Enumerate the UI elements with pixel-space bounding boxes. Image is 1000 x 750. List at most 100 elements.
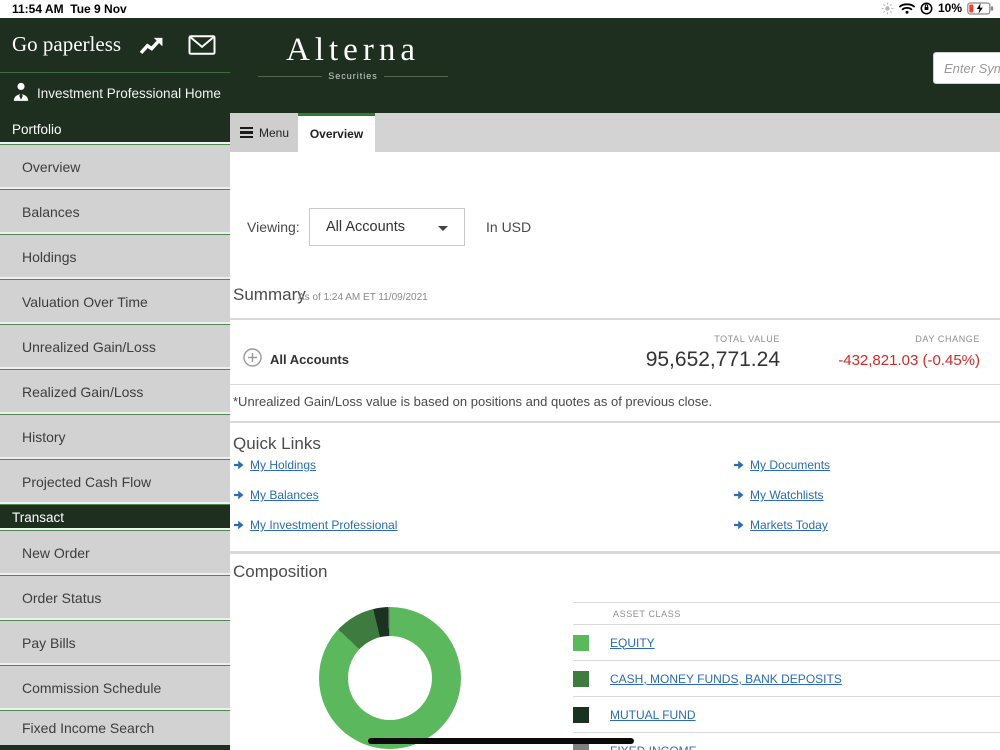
viewing-label: Viewing: — [247, 219, 300, 235]
app-header: Alterna Securities — [230, 18, 1000, 113]
expand-plus-icon[interactable] — [243, 348, 262, 372]
quick-link-my-investment-professional[interactable]: My Investment Professional — [233, 518, 397, 532]
donut-hole — [348, 636, 432, 720]
battery-charging-icon — [967, 1, 994, 15]
total-value-label: TOTAL VALUE — [714, 334, 780, 344]
summary-footnote: *Unrealized Gain/Loss value is based on … — [233, 394, 713, 409]
status-bar: 11:54 AM Tue 9 Nov 10% — [0, 0, 1000, 18]
currency-note: In USD — [486, 219, 532, 235]
account-select-dropdown[interactable]: All Accounts — [309, 208, 465, 246]
quick-link-label: My Balances — [250, 488, 319, 502]
status-time-date: 11:54 AM Tue 9 Nov — [12, 2, 127, 16]
investment-professional-home-link[interactable]: Investment Professional Home — [0, 73, 230, 114]
legend-link-equity[interactable]: EQUITY — [610, 636, 655, 650]
legend-row-fixed-income: FIXED INCOME — [573, 733, 1000, 750]
brand-rule-left — [258, 75, 323, 77]
divider — [230, 384, 1000, 385]
quick-link-my-documents[interactable]: My Documents — [733, 458, 830, 472]
total-value: 95,652,771.24 — [645, 348, 780, 371]
go-paperless-label[interactable]: Go paperless — [12, 32, 121, 57]
cash-swatch — [573, 670, 589, 687]
divider — [230, 421, 1000, 423]
summary-row-label: All Accounts — [270, 352, 349, 367]
quick-link-label: My Investment Professional — [250, 518, 398, 532]
quick-link-markets-today[interactable]: Markets Today — [733, 518, 828, 532]
home-indicator[interactable] — [368, 738, 634, 744]
trend-up-icon[interactable] — [138, 35, 164, 60]
sidebar-item-pay-bills[interactable]: Pay Bills — [0, 621, 230, 666]
composition-legend: ASSET CLASS EQUITY CASH, MONEY FUNDS, BA… — [573, 602, 1000, 750]
quick-link-my-balances[interactable]: My Balances — [233, 488, 319, 502]
account-select-value: All Accounts — [326, 219, 405, 235]
tab-bar: Menu Overview — [230, 113, 1000, 152]
brand-rule-right — [383, 75, 449, 77]
sidebar-item-order-status[interactable]: Order Status — [0, 576, 230, 621]
symbol-search-input[interactable] — [933, 52, 1000, 84]
arrow-right-icon — [734, 460, 744, 470]
quick-link-label: Markets Today — [750, 518, 828, 532]
quick-link-label: My Documents — [750, 458, 831, 472]
quick-link-label: My Holdings — [250, 458, 317, 472]
sidebar-item-history[interactable]: History — [0, 415, 230, 460]
chevron-down-icon — [438, 226, 448, 231]
day-change-label: DAY CHANGE — [915, 334, 980, 344]
arrow-right-icon — [234, 520, 244, 530]
sidebar-next-section-peek — [0, 745, 230, 750]
sidebar-header: Go paperless Investment Professional Hom… — [0, 18, 230, 114]
status-time: 11:54 AM — [12, 2, 64, 16]
composition-title: Composition — [233, 562, 328, 581]
brand-subtitle: Securities — [328, 71, 378, 81]
menu-button-label: Menu — [259, 125, 290, 140]
summary-title: Summary — [233, 285, 306, 304]
composition-donut — [319, 607, 461, 749]
quick-link-my-watchlists[interactable]: My Watchlists — [733, 488, 824, 502]
hamburger-icon — [240, 125, 253, 140]
sidebar-section-transact[interactable]: Transact — [0, 505, 230, 531]
wifi-icon — [899, 3, 915, 14]
arrow-right-icon — [734, 520, 744, 530]
tab-overview-label: Overview — [309, 127, 364, 141]
legend-row-equity: EQUITY — [573, 625, 1000, 661]
day-change-value: -432,821.03 (-0.45%) — [838, 352, 980, 369]
legend-link-mutual-fund[interactable]: MUTUAL FUND — [610, 708, 696, 722]
status-date: Tue 9 Nov — [70, 2, 127, 16]
rotation-lock-icon — [920, 2, 933, 14]
sidebar-item-new-order[interactable]: New Order — [0, 531, 230, 576]
person-icon — [12, 82, 30, 105]
sidebar-item-overview[interactable]: Overview — [0, 145, 230, 190]
brand-logo: Alterna Securities — [258, 32, 449, 81]
sidebar-item-balances[interactable]: Balances — [0, 190, 230, 235]
legend-link-cash[interactable]: CASH, MONEY FUNDS, BANK DEPOSITS — [610, 672, 842, 686]
quick-link-my-holdings[interactable]: My Holdings — [233, 458, 316, 472]
legend-row-mutual-fund: MUTUAL FUND — [573, 697, 1000, 733]
arrow-right-icon — [234, 460, 244, 470]
sidebar-item-unrealized-gain-loss[interactable]: Unrealized Gain/Loss — [0, 325, 230, 370]
sidebar-item-commission-schedule[interactable]: Commission Schedule — [0, 666, 230, 711]
app-screen: 11:54 AM Tue 9 Nov 10% Alterna Securitie… — [0, 0, 1000, 750]
tab-overview[interactable]: Overview — [298, 113, 375, 152]
summary-as-of: As of 1:24 AM ET 11/09/2021 — [298, 292, 428, 303]
sidebar-section-portfolio[interactable]: Portfolio — [0, 114, 230, 145]
legend-link-fixed-income[interactable]: FIXED INCOME — [610, 744, 697, 750]
equity-swatch — [573, 634, 589, 651]
sidebar-nav: Portfolio Overview Balances Holdings Val… — [0, 114, 230, 750]
brightness-icon — [881, 2, 894, 14]
sidebar-item-holdings[interactable]: Holdings — [0, 235, 230, 280]
sidebar-item-realized-gain-loss[interactable]: Realized Gain/Loss — [0, 370, 230, 415]
arrow-right-icon — [234, 490, 244, 500]
sidebar-item-projected-cash-flow[interactable]: Projected Cash Flow — [0, 460, 230, 505]
brand-name: Alterna — [286, 32, 420, 68]
sidebar-item-valuation-over-time[interactable]: Valuation Over Time — [0, 280, 230, 325]
mutual-fund-swatch — [573, 706, 589, 723]
divider — [230, 318, 1000, 320]
promo-row: Go paperless — [0, 18, 230, 72]
quick-link-label: My Watchlists — [750, 488, 824, 502]
menu-button[interactable]: Menu — [230, 113, 298, 152]
sidebar-item-fixed-income-search[interactable]: Fixed Income Search — [0, 711, 230, 745]
investment-professional-home-label: Investment Professional Home — [37, 86, 221, 101]
divider — [230, 551, 1000, 554]
arrow-right-icon — [734, 490, 744, 500]
legend-row-cash: CASH, MONEY FUNDS, BANK DEPOSITS — [573, 661, 1000, 697]
asset-class-header: ASSET CLASS — [613, 608, 681, 619]
mail-icon[interactable] — [188, 35, 216, 60]
